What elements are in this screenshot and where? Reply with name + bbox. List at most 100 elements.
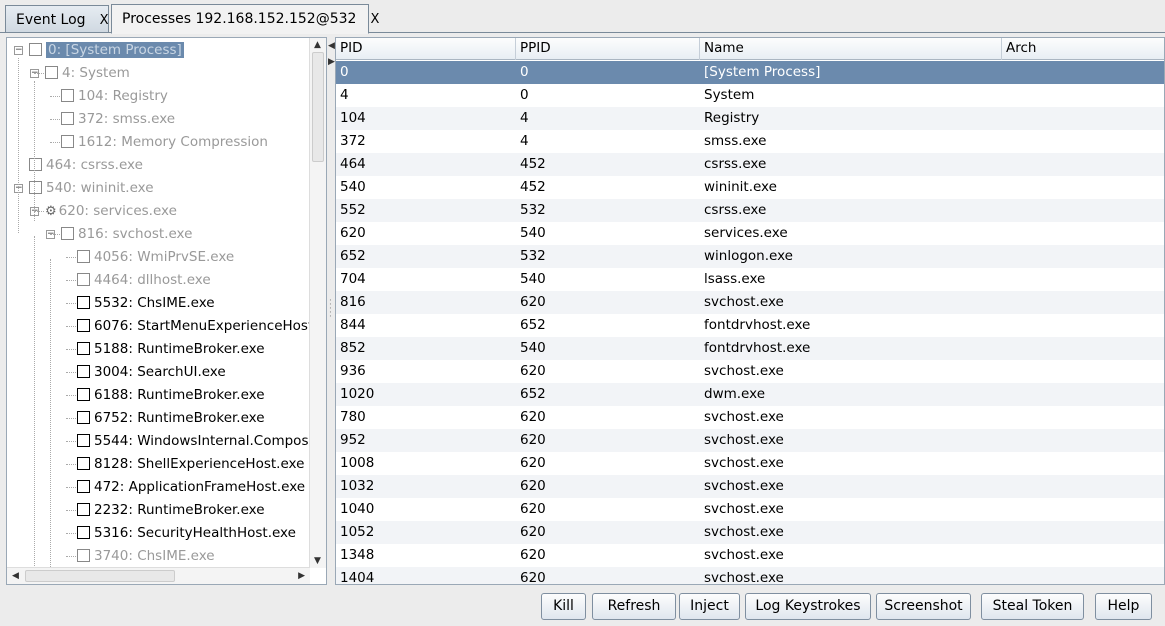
tree-item[interactable]: 5188: RuntimeBroker.exe [77,338,265,361]
tree-item[interactable]: 6188: RuntimeBroker.exe [77,384,265,407]
tree-item[interactable]: 3740: ChsIME.exe [77,545,215,568]
tree-item[interactable]: ⚙ 620: services.exe [45,200,177,223]
tree-item[interactable]: 472: ApplicationFrameHost.exe [77,476,305,499]
tab-event-log[interactable]: Event Log X [5,5,109,33]
tree-item[interactable]: 6752: RuntimeBroker.exe [77,407,265,430]
checkbox[interactable] [61,227,74,240]
tree-connector [66,418,76,419]
tree-item[interactable]: 5544: WindowsInternal.ComposableShell [77,430,310,453]
table-row[interactable]: 952 620 svchost.exe [336,429,1164,452]
tree-item[interactable]: 372: smss.exe [61,108,175,131]
tree-item[interactable]: 0: [System Process] [29,39,184,62]
table-row[interactable]: 104 4 Registry [336,107,1164,130]
steal-token-button[interactable]: Steal Token [981,593,1084,620]
checkbox[interactable] [77,434,90,447]
tree-item[interactable]: 3004: SearchUI.exe [77,361,226,384]
checkbox[interactable] [77,365,90,378]
scroll-thumb[interactable] [25,570,175,582]
checkbox[interactable] [61,135,74,148]
tree-item[interactable]: 464: csrss.exe [29,154,143,177]
checkbox[interactable] [77,388,90,401]
splitter[interactable]: ◀ ▶ · · · · · [327,37,335,585]
checkbox[interactable] [77,319,90,332]
checkbox[interactable] [29,43,42,56]
scroll-thumb[interactable] [312,52,324,162]
checkbox[interactable] [77,273,90,286]
tree-item[interactable]: 4464: dllhost.exe [77,269,211,292]
column-header-arch[interactable]: Arch [1002,38,1164,60]
table-row[interactable]: 1404 620 svchost.exe [336,567,1164,584]
tree-item[interactable]: 8128: ShellExperienceHost.exe [77,453,304,476]
inject-button[interactable]: Inject [679,593,740,620]
kill-button[interactable]: Kill [541,593,586,620]
scroll-right-icon[interactable]: ▶ [298,571,305,581]
checkbox[interactable] [77,457,90,470]
column-header-pid[interactable]: PID [336,38,516,60]
tree-item[interactable]: 816: svchost.exe [61,223,192,246]
column-header-ppid[interactable]: PPID [516,38,700,60]
tree-connector [50,259,51,568]
column-header-name[interactable]: Name [700,38,1002,60]
collapse-icon[interactable]: − [14,46,23,55]
checkbox[interactable] [61,89,74,102]
tree-vertical-scrollbar[interactable]: ▲ ▼ [309,38,326,568]
tree-item[interactable]: 104: Registry [61,85,168,108]
checkbox[interactable] [77,549,90,562]
table-row[interactable]: 1040 620 svchost.exe [336,498,1164,521]
table-row[interactable]: 852 540 fontdrvhost.exe [336,337,1164,360]
table-row[interactable]: 936 620 svchost.exe [336,360,1164,383]
table-row[interactable]: 652 532 winlogon.exe [336,245,1164,268]
refresh-button[interactable]: Refresh [592,593,676,620]
checkbox[interactable] [45,66,58,79]
checkbox[interactable] [77,526,90,539]
checkbox[interactable] [77,480,90,493]
close-tab-icon[interactable]: X [370,12,379,27]
table-row[interactable]: 0 0 [System Process] [336,61,1164,84]
checkbox[interactable] [77,250,90,263]
cell-ppid: 540 [520,225,546,241]
help-button[interactable]: Help [1095,593,1152,620]
table-row[interactable]: 620 540 services.exe [336,222,1164,245]
table-row[interactable]: 4 0 System [336,84,1164,107]
table-row[interactable]: 1348 620 svchost.exe [336,544,1164,567]
checkbox[interactable] [29,181,42,194]
table-row[interactable]: 816 620 svchost.exe [336,291,1164,314]
table-row[interactable]: 1032 620 svchost.exe [336,475,1164,498]
table-row[interactable]: 552 532 csrss.exe [336,199,1164,222]
scroll-up-icon[interactable]: ▲ [314,40,321,50]
table-row[interactable]: 1052 620 svchost.exe [336,521,1164,544]
scroll-down-icon[interactable]: ▼ [314,556,321,566]
tree-item[interactable]: 5532: ChsIME.exe [77,292,215,315]
expand-right-icon[interactable]: ▶ [328,57,335,67]
splitter-grip-icon[interactable]: · · · · · [329,297,332,322]
tree-item[interactable]: 540: wininit.exe [29,177,154,200]
checkbox[interactable] [77,411,90,424]
table-row[interactable]: 540 452 wininit.exe [336,176,1164,199]
tree-horizontal-scrollbar[interactable]: ◀ ▶ [7,567,310,584]
log-keystrokes-button[interactable]: Log Keystrokes [745,593,871,620]
table-row[interactable]: 1020 652 dwm.exe [336,383,1164,406]
checkbox[interactable] [61,112,74,125]
checkbox[interactable] [77,503,90,516]
scroll-left-icon[interactable]: ◀ [12,571,19,581]
screenshot-button[interactable]: Screenshot [876,593,971,620]
close-tab-icon[interactable]: X [100,13,109,28]
tree-item[interactable]: 2232: RuntimeBroker.exe [77,499,265,522]
checkbox[interactable] [77,296,90,309]
tree-item[interactable]: 1612: Memory Compression [61,131,268,154]
tab-processes[interactable]: Processes 192.168.152.152@532 X [111,4,379,34]
tree-item[interactable]: 5316: SecurityHealthHost.exe [77,522,296,545]
tree-item[interactable]: 4056: WmiPrvSE.exe [77,246,234,269]
table-row[interactable]: 844 652 fontdrvhost.exe [336,314,1164,337]
table-row[interactable]: 372 4 smss.exe [336,130,1164,153]
tree-item[interactable]: 4: System [45,62,130,85]
checkbox[interactable] [77,342,90,355]
tree-item[interactable]: 6076: StartMenuExperienceHost.exe [77,315,310,338]
table-row[interactable]: 1008 620 svchost.exe [336,452,1164,475]
collapse-left-icon[interactable]: ◀ [328,41,335,51]
table-row[interactable]: 464 452 csrss.exe [336,153,1164,176]
checkbox[interactable] [29,158,42,171]
cell-name: System [704,87,755,103]
table-row[interactable]: 780 620 svchost.exe [336,406,1164,429]
table-row[interactable]: 704 540 lsass.exe [336,268,1164,291]
